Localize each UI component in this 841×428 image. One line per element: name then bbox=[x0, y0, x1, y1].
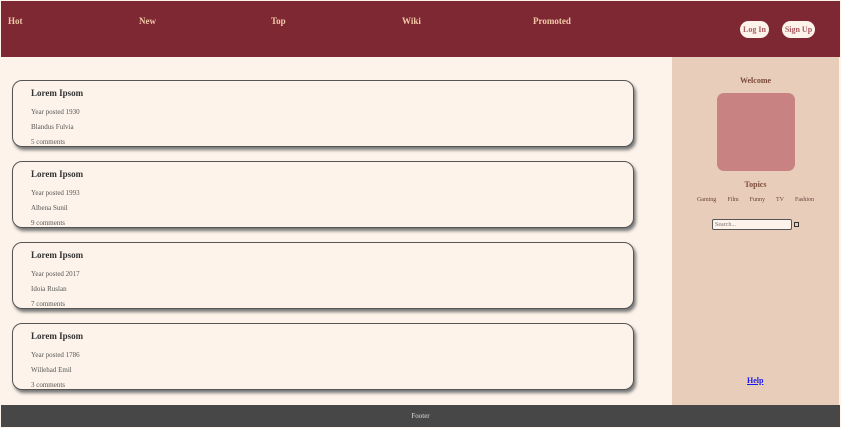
topic-fashion[interactable]: Fashion bbox=[795, 197, 814, 203]
post-title[interactable]: Lorem Ipsom bbox=[31, 331, 83, 341]
nav-new[interactable]: New bbox=[139, 16, 156, 26]
post-card[interactable]: Lorem Ipsom Year posted 2017 Idoia Rusla… bbox=[12, 242, 634, 309]
top-nav: Hot New Top Wiki Promoted Log In Sign Up bbox=[1, 1, 840, 57]
topic-film[interactable]: Film bbox=[727, 197, 738, 203]
post-author: Albena Sunil bbox=[31, 204, 68, 212]
signup-button[interactable]: Sign Up bbox=[782, 21, 815, 38]
post-title[interactable]: Lorem Ipsom bbox=[31, 250, 83, 260]
post-author: Blandus Fulvia bbox=[31, 123, 74, 131]
post-year: Year posted 2017 bbox=[31, 270, 80, 278]
post-year: Year posted 1993 bbox=[31, 189, 80, 197]
search-checkbox[interactable] bbox=[794, 222, 799, 227]
topics-heading: Topics bbox=[744, 180, 767, 189]
post-year: Year posted 1930 bbox=[31, 108, 80, 116]
post-title[interactable]: Lorem Ipsom bbox=[31, 88, 83, 98]
post-comments[interactable]: 5 comments bbox=[31, 138, 65, 146]
footer: Footer bbox=[1, 405, 840, 427]
post-comments[interactable]: 3 comments bbox=[31, 381, 65, 389]
post-comments[interactable]: 9 comments bbox=[31, 219, 65, 227]
post-author: Willehad Emil bbox=[31, 366, 72, 374]
nav-hot[interactable]: Hot bbox=[8, 16, 23, 26]
topic-gaming[interactable]: Gaming bbox=[697, 197, 716, 203]
topic-funny[interactable]: Funny bbox=[750, 197, 765, 203]
nav-wiki[interactable]: Wiki bbox=[402, 16, 421, 26]
topic-tv[interactable]: TV bbox=[776, 197, 784, 203]
post-title[interactable]: Lorem Ipsom bbox=[31, 169, 83, 179]
search-input[interactable] bbox=[712, 219, 792, 230]
login-button[interactable]: Log In bbox=[740, 21, 769, 38]
post-author: Idoia Ruslan bbox=[31, 285, 67, 293]
post-card[interactable]: Lorem Ipsom Year posted 1930 Blandus Ful… bbox=[12, 80, 634, 147]
post-card[interactable]: Lorem Ipsom Year posted 1786 Willehad Em… bbox=[12, 323, 634, 390]
post-list: Lorem Ipsom Year posted 1930 Blandus Ful… bbox=[1, 57, 672, 405]
post-comments[interactable]: 7 comments bbox=[31, 300, 65, 308]
nav-promoted[interactable]: Promoted bbox=[533, 16, 571, 26]
avatar bbox=[717, 93, 795, 171]
post-card[interactable]: Lorem Ipsom Year posted 1993 Albena Suni… bbox=[12, 161, 634, 228]
help-link[interactable]: Help bbox=[747, 376, 763, 385]
topics-list: Gaming Film Funny TV Fashion bbox=[672, 197, 839, 203]
sidebar: Welcome Topics Gaming Film Funny TV Fash… bbox=[672, 57, 839, 405]
nav-top[interactable]: Top bbox=[271, 16, 286, 26]
post-year: Year posted 1786 bbox=[31, 351, 80, 359]
welcome-heading: Welcome bbox=[739, 76, 772, 85]
